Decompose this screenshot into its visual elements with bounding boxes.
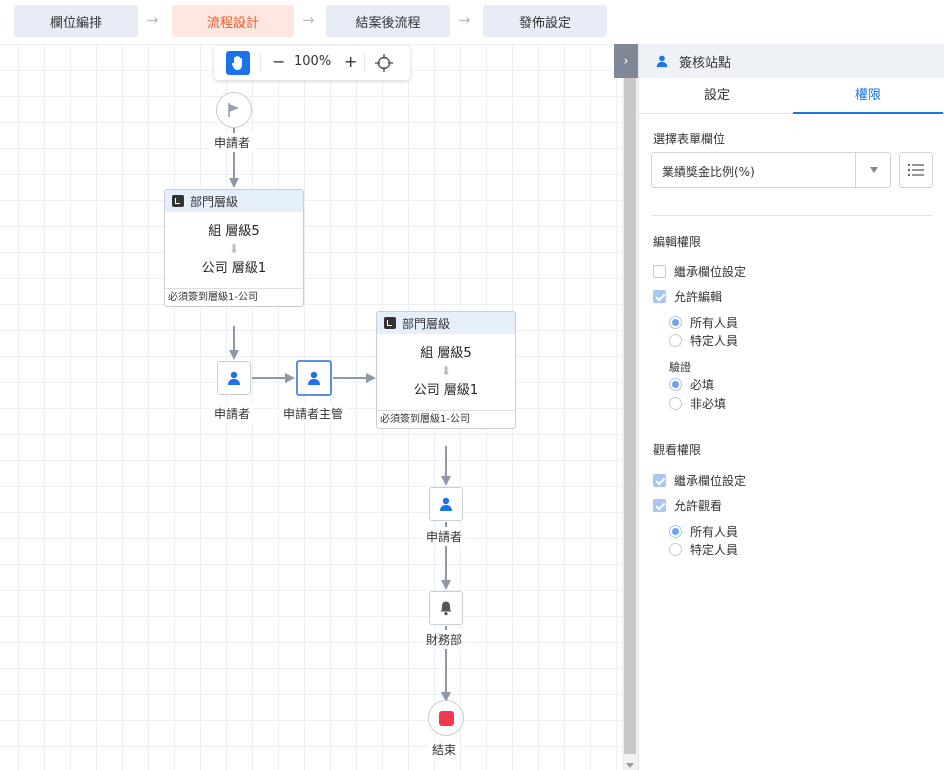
zoom-out-button[interactable]: −	[272, 52, 285, 72]
step-arrow-icon: →	[302, 11, 315, 29]
selected-field-value: 業績獎金比例(%)	[662, 165, 755, 179]
canvas-scrollbar[interactable]	[622, 44, 638, 770]
edit-permission-title: 編輯權限	[653, 235, 702, 249]
validation-required-radio[interactable]: 必填	[669, 376, 714, 393]
step-post-close-flow[interactable]: 結案後流程	[326, 5, 450, 37]
dept-level-node-1[interactable]: 部門層級 組 層級5 ⬇ 公司 層級1 必須簽到層級1-公司	[164, 189, 304, 307]
supervisor-node-label: 申請者主管	[279, 404, 348, 423]
person-icon	[440, 497, 452, 511]
org-level-icon	[384, 317, 396, 329]
tab-permissions[interactable]: 權限	[793, 78, 943, 114]
node-settings-panel: 簽核站點 設定 權限 選擇表單欄位 業績獎金比例(%) 編輯權限 繼承欄位設定 …	[638, 44, 944, 770]
list-icon	[908, 164, 924, 176]
view-scope-specific-radio[interactable]: 特定人員	[669, 541, 738, 558]
org-level-icon	[172, 195, 184, 207]
select-divider	[855, 153, 856, 187]
form-field-select[interactable]: 業績獎金比例(%)	[651, 152, 891, 188]
arrow-down-icon: ⬇	[228, 242, 240, 256]
validation-optional-radio[interactable]: 非必填	[669, 395, 726, 412]
edit-scope-specific-radio[interactable]: 特定人員	[669, 332, 738, 349]
supervisor-node[interactable]	[296, 360, 332, 396]
tab-settings[interactable]: 設定	[642, 78, 792, 114]
start-node-label: 申請者	[210, 133, 255, 152]
person-icon	[655, 54, 669, 68]
flag-icon	[228, 103, 239, 117]
bell-icon	[440, 601, 452, 616]
dept-node-footer: 必須簽到層級1-公司	[377, 410, 515, 428]
start-node[interactable]	[216, 92, 252, 128]
chevron-right-icon: ›	[623, 53, 629, 69]
radio-dot	[669, 316, 682, 329]
recenter-crosshair-icon[interactable]	[374, 53, 394, 73]
dept-start-level: 組 層級5	[208, 224, 260, 239]
validation-title: 驗證	[669, 361, 691, 374]
toolbar-divider	[260, 54, 261, 72]
field-list-button[interactable]	[899, 152, 933, 188]
panel-title: 簽核站點	[679, 55, 732, 71]
flow-canvas[interactable]: − 100% + 申請者 部門層級 組 層級5 ⬇ 公司 層級1 必須簽到層級1…	[0, 44, 622, 770]
toolbar-divider	[364, 54, 365, 72]
canvas-toolbar: − 100% +	[214, 46, 410, 80]
scroll-down-icon[interactable]	[626, 763, 634, 768]
dept-node-header: 部門層級	[377, 312, 515, 334]
step-bar: 欄位編排 → 流程設計 → 結案後流程 → 發佈設定	[0, 0, 944, 44]
checkbox-box	[653, 499, 666, 512]
dept-start-level: 組 層級5	[420, 346, 472, 361]
caret-down-icon	[870, 167, 878, 173]
radio-dot	[669, 543, 682, 556]
checkbox-box	[653, 290, 666, 303]
step-arrow-icon: →	[146, 11, 159, 29]
step-field-layout[interactable]: 欄位編排	[14, 5, 138, 37]
view-inherit-checkbox[interactable]: 繼承欄位設定	[653, 472, 746, 489]
hand-icon	[231, 56, 242, 70]
end-node[interactable]	[428, 700, 464, 736]
end-node-label: 結束	[428, 740, 461, 759]
scrollbar-thumb[interactable]	[624, 64, 636, 754]
zoom-level: 100%	[294, 54, 332, 69]
applicant-node-2-label: 申請者	[422, 527, 467, 546]
section-divider	[651, 215, 933, 216]
radio-dot	[669, 334, 682, 347]
finance-node-label: 財務部	[422, 630, 467, 649]
radio-dot	[669, 378, 682, 391]
panel-collapse-button[interactable]: ›	[614, 44, 638, 78]
zoom-in-button[interactable]: +	[344, 52, 357, 72]
dept-end-level: 公司 層級1	[413, 383, 479, 398]
applicant-node-1-label: 申請者	[210, 404, 255, 423]
dept-end-level: 公司 層級1	[201, 261, 267, 276]
stop-icon	[438, 710, 454, 726]
person-icon	[228, 371, 240, 385]
arrow-down-icon: ⬇	[440, 364, 452, 378]
view-permission-title: 觀看權限	[653, 443, 702, 457]
dept-level-node-2[interactable]: 部門層級 組 層級5 ⬇ 公司 層級1 必須簽到層級1-公司	[376, 311, 516, 429]
step-publish-settings[interactable]: 發佈設定	[483, 5, 607, 37]
pan-hand-button[interactable]	[226, 51, 250, 75]
dept-node-footer: 必須簽到層級1-公司	[165, 288, 303, 306]
checkbox-box	[653, 265, 666, 278]
step-arrow-icon: →	[458, 11, 471, 29]
step-flow-design[interactable]: 流程設計	[172, 5, 294, 37]
view-scope-all-radio[interactable]: 所有人員	[669, 523, 738, 540]
applicant-node-1[interactable]	[217, 361, 251, 395]
panel-tabs: 設定 權限	[639, 78, 944, 114]
field-section-title: 選擇表單欄位	[653, 132, 726, 146]
edit-scope-all-radio[interactable]: 所有人員	[669, 314, 738, 331]
finance-notify-node[interactable]	[429, 591, 463, 625]
dept-node-header: 部門層級	[165, 190, 303, 212]
edit-inherit-checkbox[interactable]: 繼承欄位設定	[653, 263, 746, 280]
checkbox-box	[653, 474, 666, 487]
panel-header: 簽核站點	[639, 44, 944, 78]
applicant-node-2[interactable]	[429, 487, 463, 521]
person-icon	[308, 371, 320, 385]
allow-edit-checkbox[interactable]: 允許編輯	[653, 288, 722, 305]
radio-dot	[669, 525, 682, 538]
allow-view-checkbox[interactable]: 允許觀看	[653, 497, 722, 514]
radio-dot	[669, 397, 682, 410]
